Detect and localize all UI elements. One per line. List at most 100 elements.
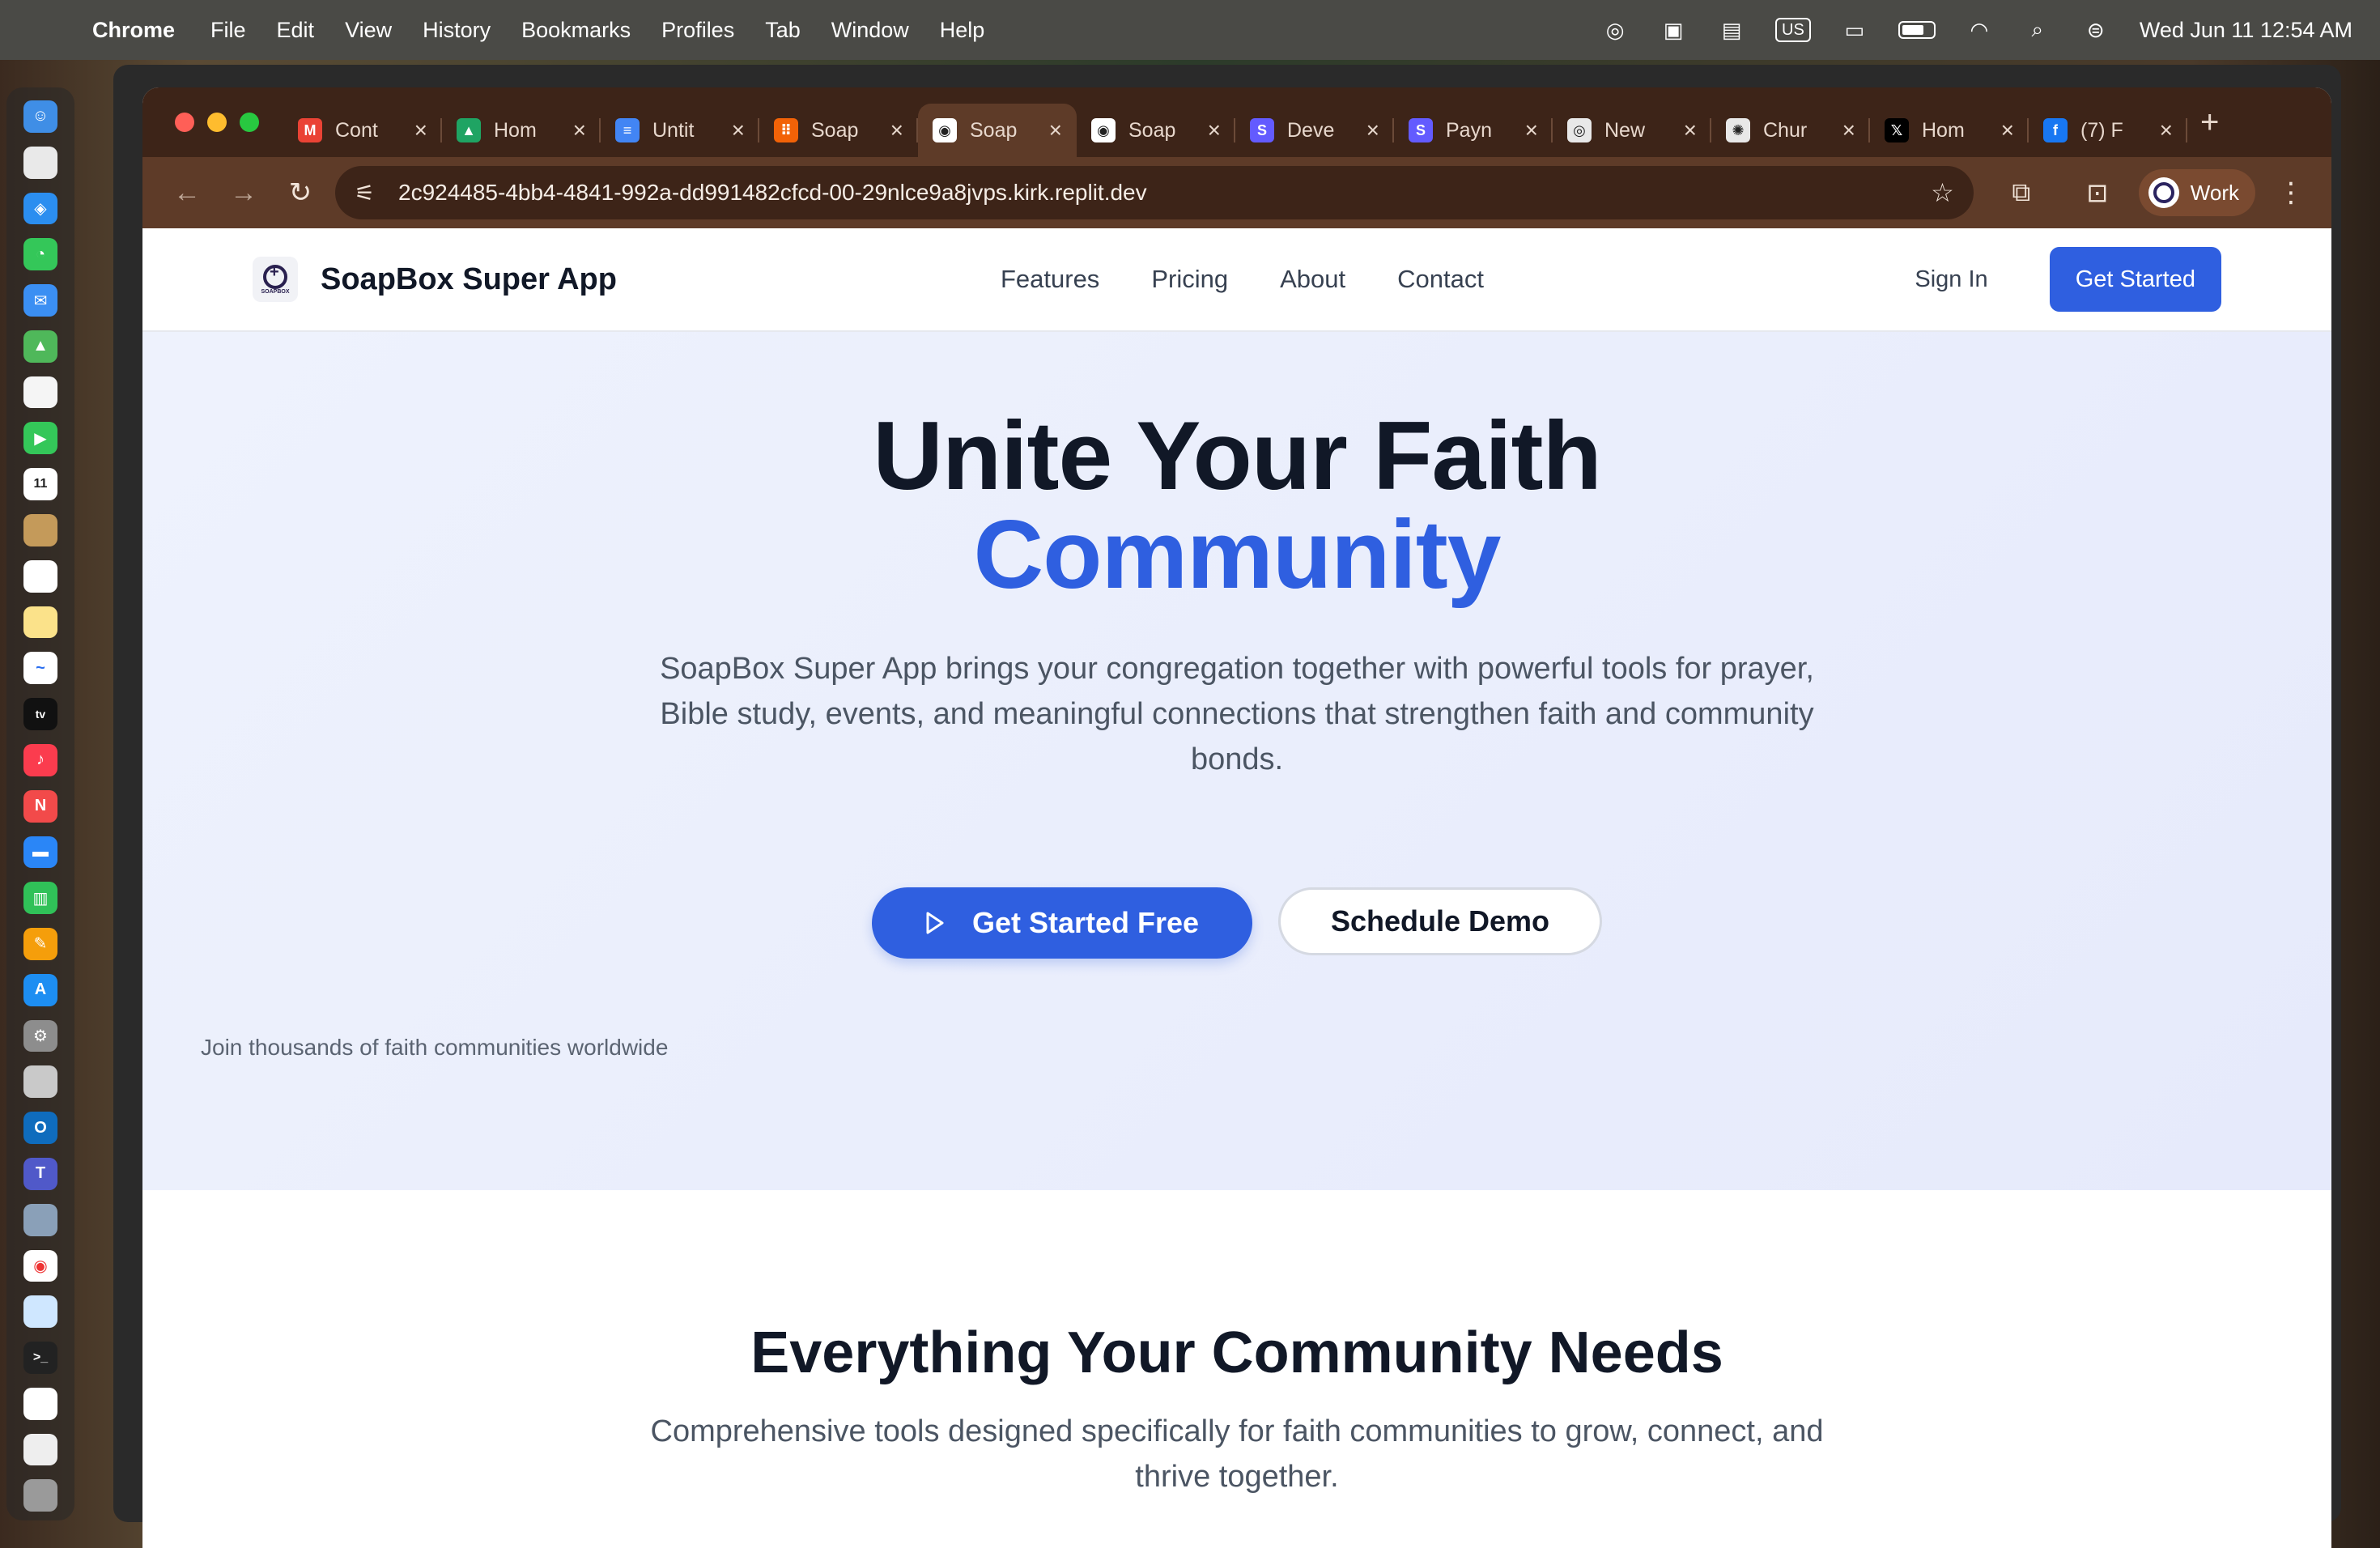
menu-history[interactable]: History	[423, 18, 491, 43]
more-menu-icon[interactable]: ⋮	[2267, 176, 2315, 209]
browser-tab[interactable]: ≡ Untit ×	[601, 104, 759, 157]
bookmark-star-icon[interactable]: ☆	[1931, 177, 1954, 208]
menu-edit[interactable]: Edit	[277, 18, 315, 43]
photos-icon[interactable]	[23, 376, 57, 409]
menu-app-name[interactable]: Chrome	[92, 18, 175, 43]
schedule-demo-button[interactable]: Schedule Demo	[1278, 887, 1602, 955]
close-tab-icon[interactable]: ×	[1525, 117, 1538, 143]
outlook-icon[interactable]: O	[23, 1112, 57, 1144]
reminders-icon[interactable]	[23, 559, 57, 593]
battery-icon[interactable]	[1898, 21, 1936, 39]
get-started-free-button[interactable]: Get Started Free	[872, 887, 1252, 959]
close-tab-icon[interactable]: ×	[1049, 117, 1062, 143]
tv-icon[interactable]: tv	[23, 698, 57, 730]
close-tab-icon[interactable]: ×	[732, 117, 745, 143]
close-tab-icon[interactable]: ×	[890, 117, 903, 143]
input-source-indicator[interactable]: US	[1775, 18, 1811, 42]
chrome-dock-icon[interactable]: ◉	[23, 1249, 57, 1282]
news-icon[interactable]: N	[23, 789, 57, 823]
profile-chip[interactable]: Work	[2138, 169, 2255, 216]
terminal-icon[interactable]: >_	[23, 1342, 57, 1374]
browser-tab[interactable]: ◎ New ×	[1553, 104, 1711, 157]
tab-search-icon[interactable]: ⊡	[2069, 177, 2126, 208]
maps-icon[interactable]: ▲	[23, 330, 57, 363]
wifi-icon[interactable]: ◠	[1965, 18, 1994, 42]
browser-tab[interactable]: f (7) F ×	[2029, 104, 2187, 157]
close-tab-icon[interactable]: ×	[1208, 117, 1221, 143]
menu-help[interactable]: Help	[940, 18, 985, 43]
nav-about[interactable]: About	[1280, 265, 1345, 294]
zoom-window-button[interactable]	[240, 113, 259, 132]
teams-icon[interactable]: T	[23, 1157, 57, 1190]
extensions-icon[interactable]: ⧉	[1993, 177, 2050, 208]
menu-window[interactable]: Window	[831, 18, 909, 43]
browser-tab[interactable]: ◉ Soap ×	[1077, 104, 1235, 157]
sign-in-link[interactable]: Sign In	[1915, 266, 1987, 293]
menu-tab[interactable]: Tab	[765, 18, 801, 43]
browser-tab[interactable]: S Payn ×	[1394, 104, 1553, 157]
menu-clock[interactable]: Wed Jun 11 12:54 AM	[2140, 18, 2352, 43]
url-text[interactable]: 2c924485-4bb4-4841-992a-dd991482cfcd-00-…	[398, 180, 1931, 206]
keynote-icon[interactable]: ▬	[23, 836, 57, 869]
nav-contact[interactable]: Contact	[1397, 265, 1484, 294]
browser-tab[interactable]: ◉ Soap ×	[918, 104, 1077, 157]
freeform-icon[interactable]: ~	[23, 652, 57, 685]
mail-icon[interactable]: ✉	[23, 284, 57, 317]
iphone-mirroring-icon[interactable]	[23, 1065, 57, 1099]
finder-icon[interactable]: ☺	[23, 100, 57, 133]
address-bar[interactable]: ⚟ 2c924485-4bb4-4841-992a-dd991482cfcd-0…	[335, 166, 1974, 219]
brand-name[interactable]: SoapBox Super App	[321, 262, 617, 297]
close-tab-icon[interactable]: ×	[414, 117, 427, 143]
system-settings-icon[interactable]: ⚙	[23, 1019, 57, 1053]
document-icon[interactable]	[23, 1387, 57, 1420]
launchpad-icon[interactable]	[23, 146, 57, 179]
browser-tab[interactable]: ✺ Chur ×	[1711, 104, 1870, 157]
menu-profiles[interactable]: Profiles	[661, 18, 734, 43]
browser-tab[interactable]: ▲ Hom ×	[442, 104, 601, 157]
facetime-icon[interactable]: ▶	[23, 422, 57, 455]
safari-icon[interactable]: ◈	[23, 192, 57, 225]
new-tab-button[interactable]: +	[2200, 104, 2219, 141]
calendar-icon[interactable]: 11	[23, 468, 57, 501]
app-store-icon[interactable]: A	[23, 973, 57, 1006]
teams-status-icon[interactable]: ▤	[1717, 18, 1746, 42]
contacts-icon[interactable]	[23, 514, 57, 546]
soapbox-logo[interactable]: SOAPBOX	[253, 257, 298, 302]
messages-icon[interactable]: ◔	[23, 238, 57, 271]
spotlight-search-icon[interactable]: ⌕	[2023, 17, 2052, 42]
nav-pricing[interactable]: Pricing	[1151, 265, 1228, 294]
music-icon[interactable]: ♪	[23, 743, 57, 776]
site-info-icon[interactable]: ⚟	[355, 180, 382, 206]
downloads-icon[interactable]	[23, 1433, 57, 1466]
back-arrow-icon[interactable]: ←	[159, 177, 215, 209]
nav-features[interactable]: Features	[1001, 265, 1099, 294]
reload-icon[interactable]: ↻	[272, 176, 329, 209]
menu-file[interactable]: File	[210, 18, 246, 43]
get-started-button[interactable]: Get Started	[2049, 247, 2221, 312]
numbers-icon[interactable]: ▥	[23, 882, 57, 915]
trash-icon[interactable]	[23, 1479, 57, 1512]
close-window-button[interactable]	[175, 113, 194, 132]
browser-tab[interactable]: ⠿ Soap ×	[759, 104, 918, 157]
outlook-status-icon[interactable]: ▣	[1659, 18, 1688, 42]
minimize-window-button[interactable]	[207, 113, 227, 132]
close-tab-icon[interactable]: ×	[1684, 117, 1697, 143]
preview-icon[interactable]	[23, 1203, 57, 1236]
utility-icon[interactable]	[23, 1295, 57, 1329]
browser-tab[interactable]: S Deve ×	[1235, 104, 1394, 157]
close-tab-icon[interactable]: ×	[1842, 117, 1855, 143]
close-tab-icon[interactable]: ×	[2001, 117, 2014, 143]
control-center-icon[interactable]: ⊜	[2081, 18, 2110, 42]
pages-icon[interactable]: ✎	[23, 928, 57, 960]
browser-tab[interactable]: 𝕏 Hom ×	[1870, 104, 2029, 157]
menu-bookmarks[interactable]: Bookmarks	[521, 18, 631, 43]
screen-record-icon[interactable]: ◎	[1600, 18, 1630, 42]
close-tab-icon[interactable]: ×	[2160, 117, 2173, 143]
sleep-icon[interactable]: ▭	[1840, 18, 1869, 42]
notes-icon[interactable]	[23, 606, 57, 639]
close-tab-icon[interactable]: ×	[573, 117, 586, 143]
close-tab-icon[interactable]: ×	[1366, 117, 1379, 143]
menu-view[interactable]: View	[345, 18, 392, 43]
browser-tab[interactable]: M Cont ×	[283, 104, 442, 157]
forward-arrow-icon[interactable]: →	[215, 177, 272, 209]
